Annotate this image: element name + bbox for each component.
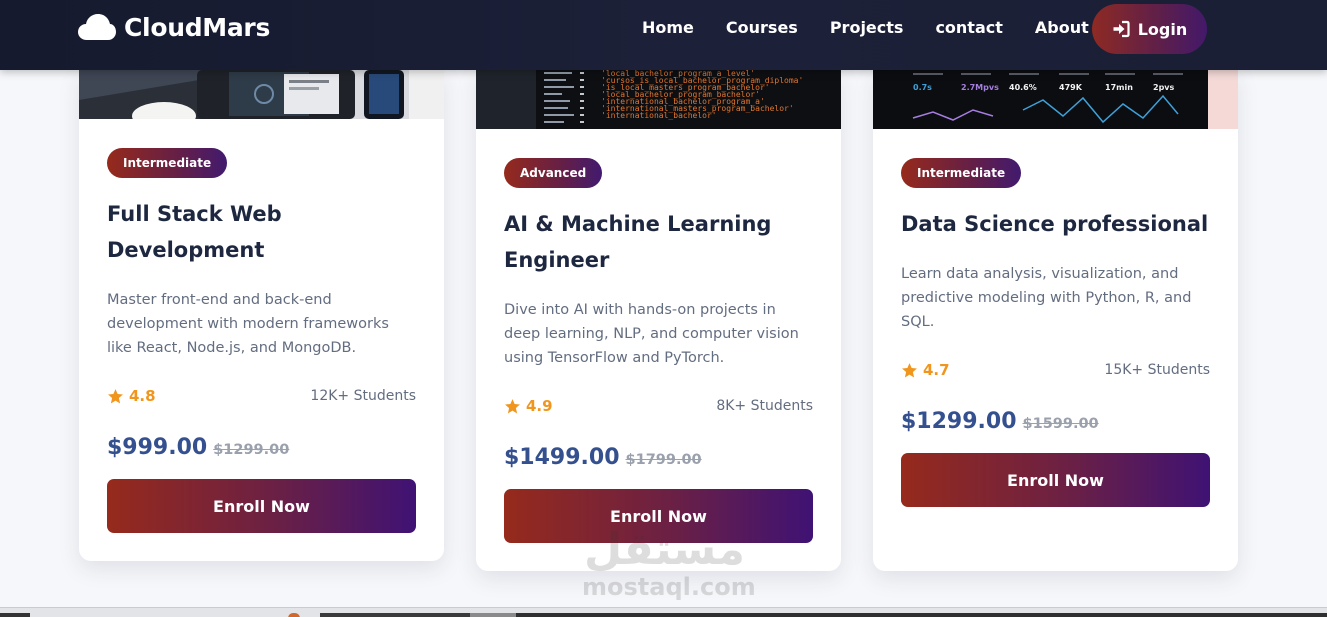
course-rating: 4.7 (901, 361, 950, 379)
brand[interactable]: CloudMars (78, 13, 270, 42)
watermark-latin: mostaql.com (582, 573, 756, 601)
level-badge: Advanced (504, 158, 603, 188)
course-title: AI & Machine Learning Engineer (504, 206, 813, 278)
watermark-arabic: مستقل (584, 524, 745, 575)
original-price: $1799.00 (625, 452, 702, 468)
rating-value: 4.9 (526, 397, 553, 415)
original-price: $1599.00 (1022, 416, 1099, 432)
enroll-button[interactable]: Enroll Now (901, 453, 1210, 507)
bottom-strip (0, 607, 1327, 617)
rating-value: 4.7 (923, 361, 950, 379)
course-meta: 4.7 15K+ Students (901, 361, 1210, 379)
brand-name: CloudMars (124, 13, 271, 42)
stat-2: 2.7Mpvs (961, 83, 999, 92)
login-button[interactable]: Login (1092, 4, 1207, 54)
course-image-fullstack (79, 70, 444, 119)
course-meta: 4.8 12K+ Students (107, 387, 416, 405)
course-body-ai-ml: Advanced AI & Machine Learning Engineer … (504, 158, 813, 571)
price-row: $999.00 $1299.00 (107, 435, 416, 460)
current-price: $1299.00 (901, 409, 1017, 434)
course-title-line1: Data Science professional (901, 212, 1209, 236)
strip-indicator (288, 613, 300, 617)
code-line-7: 'international_bachelor' (601, 111, 717, 120)
course-description: Learn data analysis, visualization, and … (901, 266, 1192, 330)
stat-1: 0.7s (913, 83, 932, 92)
star-icon (108, 388, 123, 403)
students-count: 8K+ Students (716, 398, 813, 414)
course-title-line1: AI & Machine Learning (504, 212, 772, 236)
star-icon (505, 398, 520, 413)
strip-segment (516, 613, 1327, 617)
stat-3: 40.6% (1009, 83, 1037, 92)
nav-link-about[interactable]: About (1035, 18, 1089, 38)
price-row: $1299.00 $1599.00 (901, 409, 1210, 434)
course-title-line2: Engineer (504, 248, 610, 272)
star-icon (902, 362, 917, 377)
cloud-icon (78, 13, 116, 40)
nav-link-courses[interactable]: Courses (726, 18, 798, 38)
course-rating: 4.9 (504, 397, 553, 415)
enroll-button[interactable]: Enroll Now (107, 479, 416, 533)
level-badge: Intermediate (901, 158, 1022, 188)
navbar: CloudMars Home Courses Projects contact … (0, 0, 1327, 70)
course-description: Master front-end and back-end developmen… (107, 292, 389, 356)
course-image-ai-ml: 'local_bachelor_program_a_level' 'cursos… (476, 70, 841, 129)
course-image-data-science: 0.7s 2.7Mpvs 40.6% 479K 17min 2pvs (873, 70, 1238, 129)
course-title: Full Stack Web Development (107, 196, 416, 268)
watermark: مستقل mostaql.com (582, 524, 756, 606)
original-price: $1299.00 (213, 442, 290, 458)
nav-links: Home Courses Projects contact About (642, 18, 1121, 38)
strip-segment (320, 613, 470, 617)
students-count: 15K+ Students (1104, 362, 1210, 378)
course-meta: 4.9 8K+ Students (504, 397, 813, 415)
current-price: $1499.00 (504, 445, 620, 470)
course-title-line1: Full Stack Web (107, 202, 282, 226)
stat-5: 17min (1105, 83, 1133, 92)
level-badge: Intermediate (107, 148, 228, 178)
course-card-fullstack: Intermediate Full Stack Web Development … (79, 70, 444, 561)
students-count: 12K+ Students (310, 388, 416, 404)
course-card-ai-ml: 'local_bachelor_program_a_level' 'cursos… (476, 70, 841, 571)
price-row: $1499.00 $1799.00 (504, 445, 813, 470)
strip-segment (0, 613, 30, 617)
nav-link-home[interactable]: Home (642, 18, 694, 38)
course-description: Dive into AI with hands-on projects in d… (504, 302, 799, 366)
nav-link-contact[interactable]: contact (935, 18, 1002, 38)
course-title: Data Science professional (901, 206, 1210, 242)
current-price: $999.00 (107, 435, 208, 460)
nav-link-projects[interactable]: Projects (830, 18, 904, 38)
strip-segment (470, 613, 516, 617)
login-label: Login (1137, 19, 1188, 39)
course-rating: 4.8 (107, 387, 156, 405)
course-body-data-science: Intermediate Data Science professional L… (901, 158, 1210, 571)
course-card-data-science: 0.7s 2.7Mpvs 40.6% 479K 17min 2pvs Inter… (873, 70, 1238, 571)
rating-value: 4.8 (129, 387, 156, 405)
stat-4: 479K (1059, 83, 1083, 92)
course-body-fullstack: Intermediate Full Stack Web Development … (107, 148, 416, 561)
login-icon (1113, 20, 1130, 38)
course-title-line2: Development (107, 238, 265, 262)
stat-6: 2pvs (1153, 83, 1175, 92)
